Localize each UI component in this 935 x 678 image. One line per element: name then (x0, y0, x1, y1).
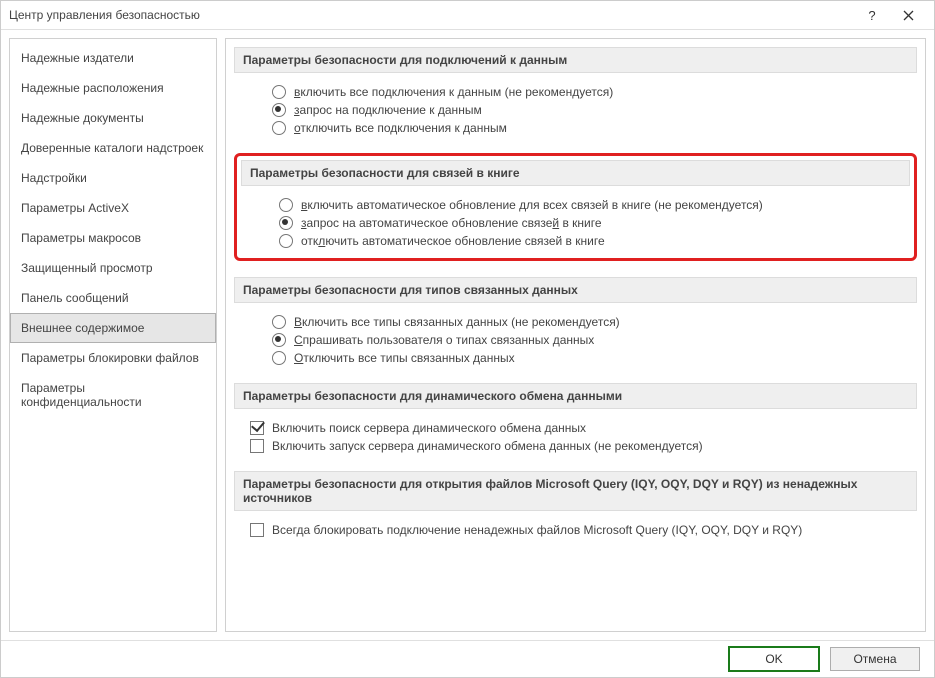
check-label[interactable]: Включить поиск сервера динамического обм… (272, 421, 586, 435)
close-icon (903, 10, 914, 21)
sidebar-item-7[interactable]: Защищенный просмотр (10, 253, 216, 283)
radio[interactable] (279, 198, 293, 212)
linked-data-types-option-0: Включить все типы связанных данных (не р… (234, 313, 917, 331)
body: Надежные издателиНадежные расположенияНа… (1, 30, 934, 640)
header-linked-data-types: Параметры безопасности для типов связанн… (234, 277, 917, 303)
trust-center-dialog: Центр управления безопасностью ? Надежны… (0, 0, 935, 678)
radio[interactable] (272, 333, 286, 347)
option-label[interactable]: запрос на подключение к данным (294, 103, 482, 117)
workbook-links-option-2: отключить автоматическое обновление связ… (241, 232, 910, 250)
titlebar: Центр управления безопасностью ? (1, 1, 934, 30)
sidebar-item-10[interactable]: Параметры блокировки файлов (10, 343, 216, 373)
group-dde: Параметры безопасности для динамического… (234, 383, 917, 455)
sidebar-item-0[interactable]: Надежные издатели (10, 43, 216, 73)
radio[interactable] (272, 103, 286, 117)
option-label[interactable]: запрос на автоматическое обновление связ… (301, 216, 602, 230)
sidebar-item-9[interactable]: Внешнее содержимое (10, 313, 216, 343)
main-panel: Параметры безопасности для подключений к… (225, 38, 926, 632)
header-workbook-links: Параметры безопасности для связей в книг… (241, 160, 910, 186)
highlight-workbook-links: Параметры безопасности для связей в книг… (234, 153, 917, 261)
check-label[interactable]: Включить запуск сервера динамического об… (272, 439, 703, 453)
sidebar-item-3[interactable]: Доверенные каталоги надстроек (10, 133, 216, 163)
option-label[interactable]: Отключить все типы связанных данных (294, 351, 515, 365)
option-label[interactable]: Включить все типы связанных данных (не р… (294, 315, 620, 329)
footer: OK Отмена (1, 640, 934, 677)
header-dde: Параметры безопасности для динамического… (234, 383, 917, 409)
group-msquery: Параметры безопасности для открытия файл… (234, 471, 917, 539)
data-connections-option-1: запрос на подключение к данным (234, 101, 917, 119)
msquery-check-0: Всегда блокировать подключение ненадежны… (234, 521, 917, 539)
sidebar-item-4[interactable]: Надстройки (10, 163, 216, 193)
data-connections-option-2: отключить все подключения к данным (234, 119, 917, 137)
linked-data-types-option-2: Отключить все типы связанных данных (234, 349, 917, 367)
sidebar-item-8[interactable]: Панель сообщений (10, 283, 216, 313)
sidebar-item-5[interactable]: Параметры ActiveX (10, 193, 216, 223)
checkbox[interactable] (250, 421, 264, 435)
radio[interactable] (272, 315, 286, 329)
option-label[interactable]: включить автоматическое обновление для в… (301, 198, 763, 212)
header-msquery: Параметры безопасности для открытия файл… (234, 471, 917, 511)
option-label[interactable]: отключить автоматическое обновление связ… (301, 234, 605, 248)
checkbox[interactable] (250, 523, 264, 537)
radio[interactable] (272, 85, 286, 99)
radio[interactable] (272, 121, 286, 135)
group-linked-data-types: Параметры безопасности для типов связанн… (234, 277, 917, 367)
radio[interactable] (279, 216, 293, 230)
header-data-connections: Параметры безопасности для подключений к… (234, 47, 917, 73)
dde-check-0: Включить поиск сервера динамического обм… (234, 419, 917, 437)
radio[interactable] (279, 234, 293, 248)
window-title: Центр управления безопасностью (9, 8, 854, 22)
help-button[interactable]: ? (854, 1, 890, 29)
option-label[interactable]: Спрашивать пользователя о типах связанны… (294, 333, 594, 347)
sidebar-item-1[interactable]: Надежные расположения (10, 73, 216, 103)
close-button[interactable] (890, 1, 926, 29)
group-data-connections: Параметры безопасности для подключений к… (234, 47, 917, 137)
dde-check-1: Включить запуск сервера динамического об… (234, 437, 917, 455)
option-label[interactable]: отключить все подключения к данным (294, 121, 507, 135)
workbook-links-option-1: запрос на автоматическое обновление связ… (241, 214, 910, 232)
sidebar-item-6[interactable]: Параметры макросов (10, 223, 216, 253)
sidebar: Надежные издателиНадежные расположенияНа… (9, 38, 217, 632)
data-connections-option-0: включить все подключения к данным (не ре… (234, 83, 917, 101)
ok-button[interactable]: OK (728, 646, 820, 672)
sidebar-item-11[interactable]: Параметры конфиденциальности (10, 373, 216, 417)
option-label[interactable]: включить все подключения к данным (не ре… (294, 85, 613, 99)
radio[interactable] (272, 351, 286, 365)
sidebar-item-2[interactable]: Надежные документы (10, 103, 216, 133)
check-label[interactable]: Всегда блокировать подключение ненадежны… (272, 523, 802, 537)
checkbox[interactable] (250, 439, 264, 453)
workbook-links-option-0: включить автоматическое обновление для в… (241, 196, 910, 214)
cancel-button[interactable]: Отмена (830, 647, 920, 671)
group-workbook-links: Параметры безопасности для связей в книг… (241, 160, 910, 250)
linked-data-types-option-1: Спрашивать пользователя о типах связанны… (234, 331, 917, 349)
